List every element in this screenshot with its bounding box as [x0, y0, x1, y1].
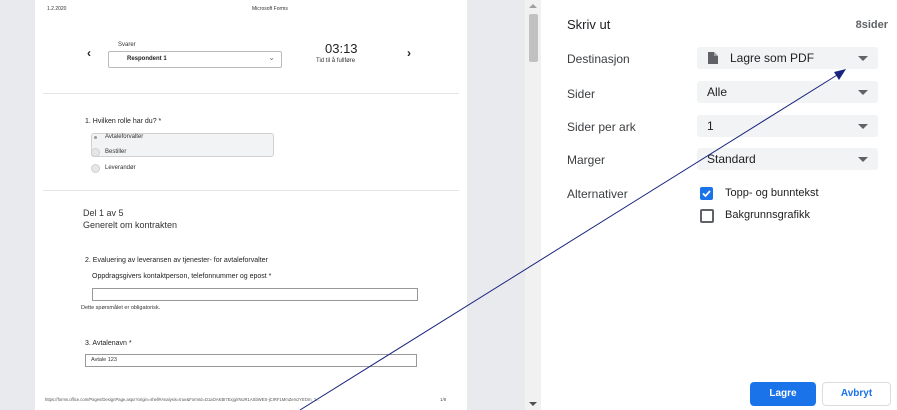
annotation-arrow [299, 69, 846, 410]
